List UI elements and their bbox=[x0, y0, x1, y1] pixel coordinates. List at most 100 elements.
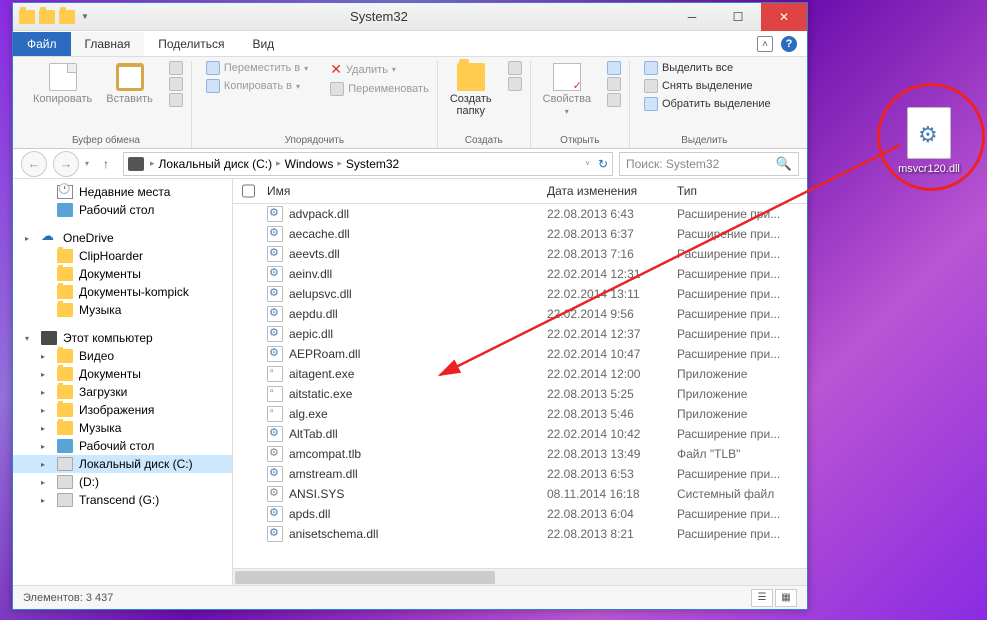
sidebar-item-downloads[interactable]: ▸Загрузки bbox=[13, 383, 232, 401]
column-date[interactable]: Дата изменения bbox=[547, 184, 677, 198]
icons-view-button[interactable]: ▦ bbox=[775, 589, 797, 607]
file-row[interactable]: amstream.dll22.08.2013 6:53Расширение пр… bbox=[233, 464, 807, 484]
refresh-button[interactable]: ↻ bbox=[598, 157, 608, 171]
file-row[interactable]: aelupsvc.dll22.02.2014 13:11Расширение п… bbox=[233, 284, 807, 304]
dll-icon bbox=[267, 526, 283, 542]
dll-icon bbox=[267, 426, 283, 442]
new-item-button[interactable] bbox=[508, 61, 522, 75]
file-date: 22.02.2014 13:11 bbox=[547, 287, 677, 301]
file-row[interactable]: amcompat.tlb22.08.2013 13:49Файл "TLB" bbox=[233, 444, 807, 464]
file-row[interactable]: aepdu.dll22.02.2014 9:56Расширение при..… bbox=[233, 304, 807, 324]
sidebar-item-this-pc[interactable]: ▾Этот компьютер bbox=[13, 329, 232, 347]
copy-button[interactable]: Копировать bbox=[29, 61, 96, 107]
delete-button[interactable]: ✕Удалить▾ bbox=[330, 61, 429, 78]
properties-button[interactable]: ✓ Свойства ▾ bbox=[539, 61, 595, 118]
close-button[interactable]: ✕ bbox=[761, 3, 807, 31]
breadcrumb-segment[interactable]: Windows bbox=[285, 157, 334, 171]
tab-file[interactable]: Файл bbox=[13, 32, 71, 56]
sidebar-item-c-drive[interactable]: ▸Локальный диск (C:) bbox=[13, 455, 232, 473]
file-name: AEPRoam.dll bbox=[289, 347, 360, 361]
file-row[interactable]: apds.dll22.08.2013 6:04Расширение при... bbox=[233, 504, 807, 524]
file-row[interactable]: aeevts.dll22.08.2013 7:16Расширение при.… bbox=[233, 244, 807, 264]
file-date: 08.11.2014 16:18 bbox=[547, 487, 677, 501]
horizontal-scrollbar[interactable] bbox=[233, 568, 807, 585]
sidebar-item-documents2[interactable]: ▸Документы bbox=[13, 365, 232, 383]
folder-icon bbox=[57, 385, 73, 399]
back-button[interactable]: ← bbox=[21, 151, 47, 177]
titlebar[interactable]: ▼ System32 ─ ☐ ✕ bbox=[13, 3, 807, 31]
column-type[interactable]: Тип bbox=[677, 184, 807, 198]
forward-button[interactable]: → bbox=[53, 151, 79, 177]
maximize-button[interactable]: ☐ bbox=[715, 3, 761, 31]
cut-button[interactable] bbox=[169, 61, 183, 75]
file-row[interactable]: aeinv.dll22.02.2014 12:31Расширение при.… bbox=[233, 264, 807, 284]
sidebar-item-transcend[interactable]: ▸Transcend (G:) bbox=[13, 491, 232, 509]
history-dropdown[interactable]: ▾ bbox=[85, 159, 89, 168]
file-row[interactable]: AltTab.dll22.02.2014 10:42Расширение при… bbox=[233, 424, 807, 444]
chevron-down-icon[interactable]: ˅ bbox=[585, 159, 590, 168]
invert-selection-button[interactable]: Обратить выделение bbox=[644, 97, 771, 111]
move-to-button[interactable]: Переместить в▾ bbox=[206, 61, 308, 75]
file-list-body[interactable]: advpack.dll22.08.2013 6:43Расширение при… bbox=[233, 204, 807, 568]
sidebar-item-cliphoarder[interactable]: ClipHoarder bbox=[13, 247, 232, 265]
navigation-pane[interactable]: Недавние места Рабочий стол ▸OneDrive Cl… bbox=[13, 179, 233, 585]
file-row[interactable]: aitstatic.exe22.08.2013 5:25Приложение bbox=[233, 384, 807, 404]
breadcrumb[interactable]: ▸ Локальный диск (C:) ▸ Windows ▸ System… bbox=[123, 152, 613, 176]
breadcrumb-segment[interactable]: Локальный диск (C:) bbox=[159, 157, 273, 171]
sidebar-item-recent[interactable]: Недавние места bbox=[13, 183, 232, 201]
sidebar-item-music2[interactable]: ▸Музыка bbox=[13, 419, 232, 437]
desktop-file-msvcr120[interactable]: msvcr120.dll bbox=[891, 107, 967, 175]
chevron-down-icon[interactable]: ▼ bbox=[81, 12, 89, 21]
file-row[interactable]: alg.exe22.08.2013 5:46Приложение bbox=[233, 404, 807, 424]
file-row[interactable]: aitagent.exe22.02.2014 12:00Приложение bbox=[233, 364, 807, 384]
dll-icon bbox=[267, 326, 283, 342]
search-input[interactable]: Поиск: System32 🔍 bbox=[619, 152, 799, 176]
open-button[interactable] bbox=[607, 61, 621, 75]
tab-home[interactable]: Главная bbox=[71, 32, 145, 56]
easy-access-button[interactable] bbox=[508, 77, 522, 91]
sidebar-item-d-drive[interactable]: ▸(D:) bbox=[13, 473, 232, 491]
sidebar-item-pictures[interactable]: ▸Изображения bbox=[13, 401, 232, 419]
quick-access-toolbar[interactable]: ▼ bbox=[19, 10, 89, 24]
tab-share[interactable]: Поделиться bbox=[144, 32, 238, 56]
file-row[interactable]: anisetschema.dll22.08.2013 8:21Расширени… bbox=[233, 524, 807, 544]
file-type: Расширение при... bbox=[677, 347, 807, 361]
sidebar-item-desktop[interactable]: Рабочий стол bbox=[13, 201, 232, 219]
history-button[interactable] bbox=[607, 93, 621, 107]
file-row[interactable]: ANSI.SYS08.11.2014 16:18Системный файл bbox=[233, 484, 807, 504]
help-button[interactable]: ? bbox=[781, 36, 797, 52]
file-date: 22.02.2014 12:00 bbox=[547, 367, 677, 381]
select-all-button[interactable]: Выделить все bbox=[644, 61, 771, 75]
sidebar-item-videos[interactable]: ▸Видео bbox=[13, 347, 232, 365]
file-name: AltTab.dll bbox=[289, 427, 338, 441]
breadcrumb-segment[interactable]: System32 bbox=[346, 157, 399, 171]
select-none-button[interactable]: Снять выделение bbox=[644, 79, 771, 93]
sidebar-item-documents-kompick[interactable]: Документы-kompick bbox=[13, 283, 232, 301]
paste-shortcut-button[interactable] bbox=[169, 93, 183, 107]
sidebar-item-music[interactable]: Музыка bbox=[13, 301, 232, 319]
sidebar-item-desktop2[interactable]: ▸Рабочий стол bbox=[13, 437, 232, 455]
details-view-button[interactable]: ☰ bbox=[751, 589, 773, 607]
file-row[interactable]: advpack.dll22.08.2013 6:43Расширение при… bbox=[233, 204, 807, 224]
copy-path-button[interactable] bbox=[169, 77, 183, 91]
new-folder-button[interactable]: Создать папку bbox=[446, 61, 496, 119]
file-row[interactable]: aepic.dll22.02.2014 12:37Расширение при.… bbox=[233, 324, 807, 344]
up-button[interactable]: ↑ bbox=[95, 153, 117, 175]
sidebar-item-documents[interactable]: Документы bbox=[13, 265, 232, 283]
window-title: System32 bbox=[89, 9, 669, 24]
minimize-button[interactable]: ─ bbox=[669, 3, 715, 31]
desktop-icon bbox=[57, 203, 73, 217]
collapse-ribbon-button[interactable]: ˄ bbox=[757, 36, 773, 52]
dll-icon bbox=[267, 306, 283, 322]
copy-to-button[interactable]: Копировать в▾ bbox=[206, 79, 308, 93]
column-name[interactable]: Имя bbox=[263, 184, 547, 198]
paste-button[interactable]: Вставить bbox=[102, 61, 157, 107]
select-all-checkbox[interactable] bbox=[242, 184, 255, 198]
file-row[interactable]: AEPRoam.dll22.02.2014 10:47Расширение пр… bbox=[233, 344, 807, 364]
file-row[interactable]: aecache.dll22.08.2013 6:37Расширение при… bbox=[233, 224, 807, 244]
file-type: Приложение bbox=[677, 387, 807, 401]
sidebar-item-onedrive[interactable]: ▸OneDrive bbox=[13, 229, 232, 247]
rename-button[interactable]: Переименовать bbox=[330, 82, 429, 96]
tab-view[interactable]: Вид bbox=[238, 32, 288, 56]
edit-button[interactable] bbox=[607, 77, 621, 91]
